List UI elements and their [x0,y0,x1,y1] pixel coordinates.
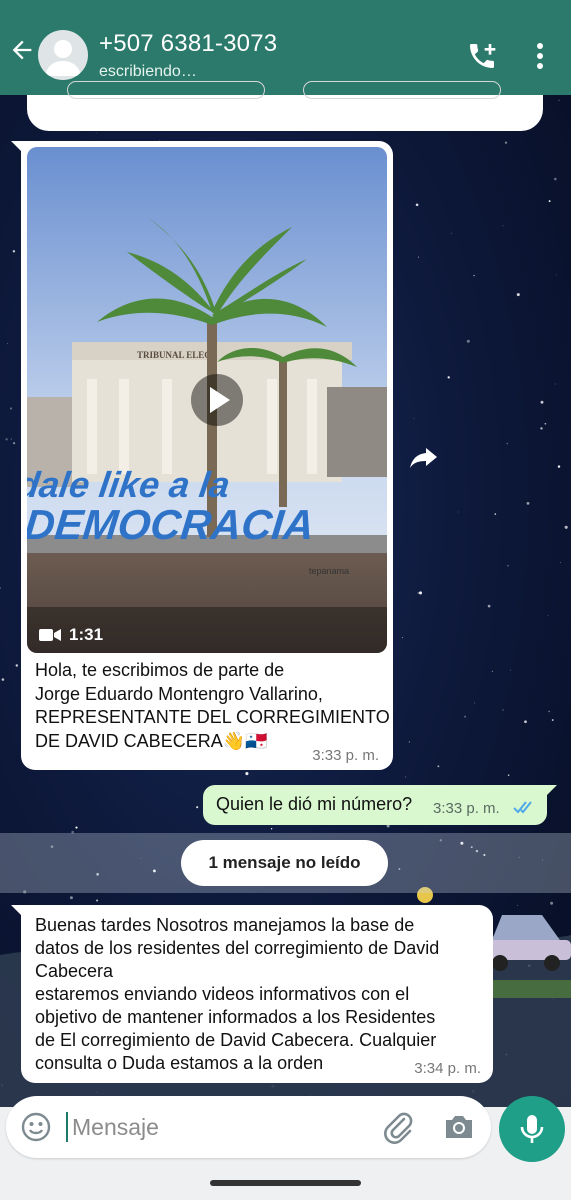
video-thumbnail[interactable]: TRIBUNAL ELEC #dale like a la #DEMOCRACI… [27,147,387,653]
forward-icon[interactable] [404,437,444,477]
previous-message-bubble [27,81,543,131]
incoming-message[interactable]: Buenas tardes Nosotros manejamos la base… [11,905,493,1083]
outgoing-message[interactable]: Quien le dió mi número? 3:33 p. m. [203,785,557,825]
thumbnail-watermark: tepanama [309,566,349,576]
caption-line: Jorge Eduardo Montengro Vallarino, [35,683,323,704]
play-button[interactable] [191,374,243,426]
message-line: Buenas tardes Nosotros manejamos la base… [35,915,415,935]
avatar[interactable] [38,30,88,80]
video-duration: 1:31 [69,625,104,644]
play-icon [210,387,230,413]
message-line: datos de los residentes del corregimient… [35,938,440,958]
message-time: 3:34 p. m. [414,1060,481,1077]
thumbnail-building-sign: TRIBUNAL ELEC [137,350,211,360]
voice-message-button[interactable] [499,1096,565,1162]
caption-line: REPRESENTANTE DEL CORREGIMIENTO [35,707,390,727]
message-placeholder[interactable]: Mensaje [72,1114,159,1141]
message-line: consulta o Duda estamos a la orden [35,1053,324,1073]
message-line: estaremos enviando videos informativos c… [35,984,410,1004]
typing-status: escribiendo… [99,63,197,80]
emoji-icon[interactable] [20,1111,52,1143]
text-cursor [66,1112,68,1142]
video-message[interactable]: TRIBUNAL ELEC #dale like a la #DEMOCRACI… [11,141,393,770]
bubble-tail [11,905,23,917]
previous-button-outline [67,81,265,99]
previous-button-outline [303,81,501,99]
message-input[interactable]: Mensaje [6,1096,491,1158]
back-arrow-icon[interactable] [8,36,36,64]
home-indicator [210,1180,361,1186]
thumbnail-slogan-line-1: #dale like a la [27,464,232,505]
thumbnail-slogan-line-2: #DEMOCRACIA [27,501,316,548]
camera-icon[interactable] [442,1110,476,1144]
mic-icon [520,1115,544,1143]
message-time: 3:33 p. m. [433,800,500,817]
unread-messages-label: 1 mensaje no leído [181,840,388,886]
read-receipt-icon [513,801,532,814]
attach-icon[interactable] [382,1110,414,1144]
message-time: 3:33 p. m. [312,747,379,764]
message-line: objetivo de mantener informados a los Re… [35,1007,436,1027]
contact-name[interactable]: +507 6381-3073 [99,30,277,58]
caption-line: Hola, te escribimos de parte de [35,660,285,680]
video-caption: Hola, te escribimos de parte de Jorge Ed… [35,659,390,753]
message-line: de El corregimiento de David Cabecera. C… [35,1030,437,1050]
bubble-tail [545,785,557,797]
more-vert-icon[interactable] [530,40,550,72]
message-line: Cabecera [35,961,114,981]
bubble-tail [11,141,23,153]
video-duration-row: 1:31 [39,625,103,645]
message-text: Quien le dió mi número? [216,794,413,814]
add-call-icon[interactable] [466,40,498,72]
video-camera-icon [39,629,61,641]
message-text: Buenas tardes Nosotros manejamos la base… [35,914,480,1075]
